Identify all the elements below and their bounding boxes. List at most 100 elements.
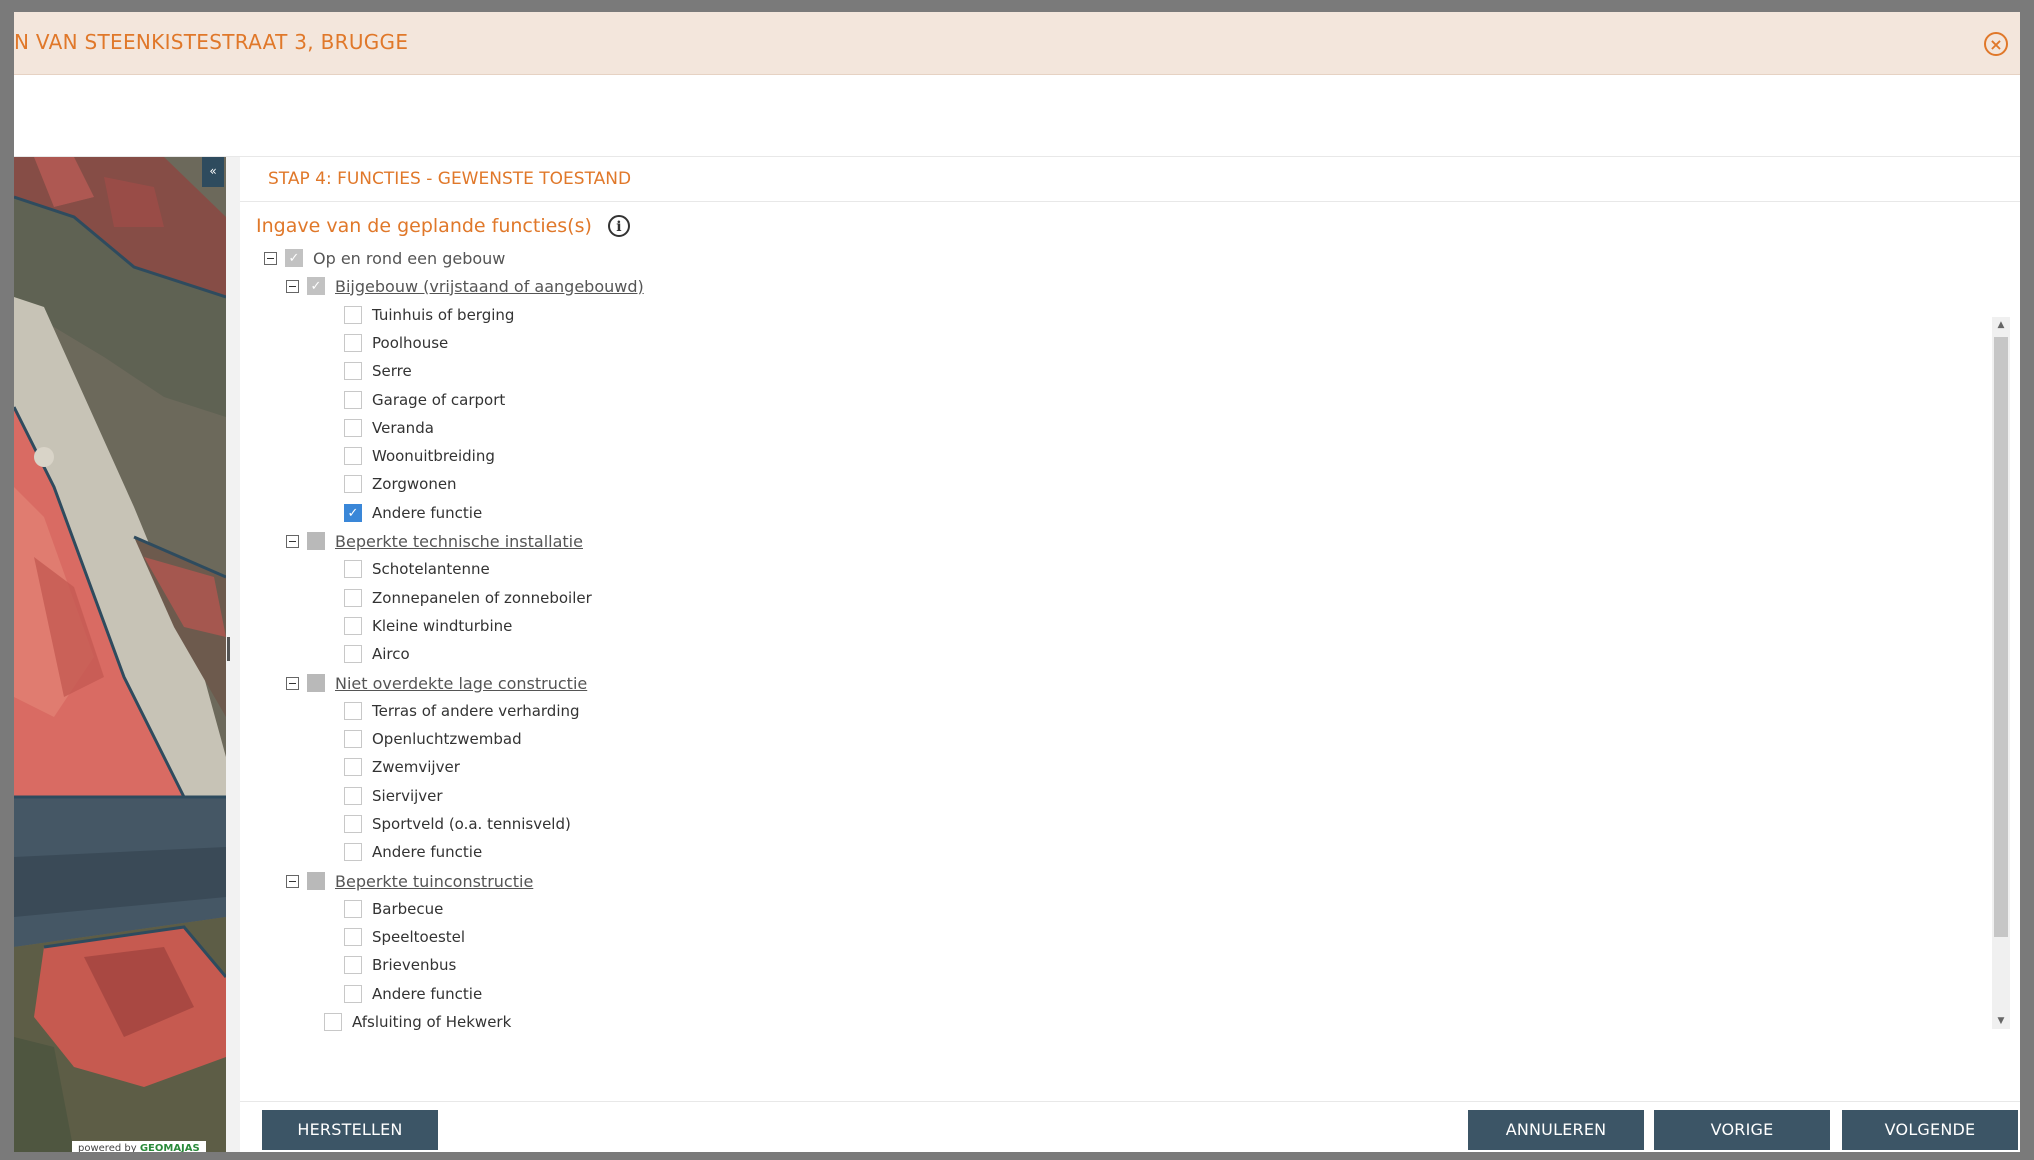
info-icon[interactable]: i <box>607 215 630 237</box>
checkmark-icon[interactable]: ✓ <box>344 504 362 522</box>
tree-item-label[interactable]: Speeltoestel <box>372 928 465 946</box>
tree-item-label[interactable]: Garage of carport <box>372 391 505 409</box>
checkbox[interactable] <box>324 1013 342 1031</box>
tree-item-label[interactable]: Bijgebouw (vrijstaand of aangebouwd) <box>335 277 644 296</box>
tree-item-label[interactable]: Schotelantenne <box>372 560 490 578</box>
checkbox[interactable] <box>344 560 362 578</box>
tree-item-label[interactable]: Afsluiting of Hekwerk <box>352 1013 511 1031</box>
vertical-scrollbar[interactable]: ▲ ▼ <box>1992 317 2010 1029</box>
checkbox[interactable] <box>344 702 362 720</box>
collapse-toggle-icon[interactable] <box>286 279 299 293</box>
checkbox[interactable] <box>344 419 362 437</box>
tree-node-item[interactable]: Zonnepanelen of zonneboiler <box>344 585 592 611</box>
tree-node-item[interactable]: Openluchtzwembad <box>344 726 522 752</box>
checkbox[interactable] <box>307 872 325 890</box>
tree-item-label[interactable]: Niet overdekte lage constructie <box>335 674 587 693</box>
checkbox[interactable] <box>344 928 362 946</box>
tree-node-item[interactable]: Andere functie <box>344 981 482 1007</box>
tree-node-item[interactable]: Siervijver <box>344 783 443 809</box>
tree-item-label[interactable]: Terras of andere verharding <box>372 702 580 720</box>
collapse-toggle-icon[interactable] <box>264 251 277 265</box>
checkbox[interactable] <box>344 645 362 663</box>
tree-item-label[interactable]: Airco <box>372 645 410 663</box>
tree-node-item[interactable]: Speeltoestel <box>344 924 465 950</box>
tree-node-item[interactable]: Schotelantenne <box>344 556 490 582</box>
tree-node-item[interactable]: Andere functie <box>344 839 482 865</box>
checkbox[interactable] <box>344 730 362 748</box>
checkbox[interactable] <box>344 391 362 409</box>
panel-splitter[interactable] <box>226 157 241 1152</box>
checkbox[interactable] <box>344 787 362 805</box>
previous-button[interactable]: VORIGE <box>1654 1110 1830 1150</box>
tree-node-group[interactable]: Beperkte tuinconstructie <box>286 868 533 894</box>
tree-node-root[interactable]: ✓ Op en rond een gebouw <box>264 245 505 271</box>
tree-node-item[interactable]: Terras of andere verharding <box>344 698 580 724</box>
close-icon[interactable]: × <box>1984 32 2008 56</box>
collapse-toggle-icon[interactable] <box>286 676 299 690</box>
scroll-thumb[interactable] <box>1994 337 2008 937</box>
next-button[interactable]: VOLGENDE <box>1842 1110 2018 1150</box>
tree-node-item[interactable]: Tuinhuis of berging <box>344 302 514 328</box>
tree-node-item[interactable]: Sportveld (o.a. tennisveld) <box>344 811 571 837</box>
checkbox[interactable] <box>344 334 362 352</box>
tree-item-label[interactable]: Op en rond een gebouw <box>313 249 505 268</box>
tree-node-group[interactable]: ✓ Bijgebouw (vrijstaand of aangebouwd) <box>286 273 644 299</box>
tree-node-item[interactable]: Poolhouse <box>344 330 448 356</box>
tree-item-label[interactable]: Barbecue <box>372 900 443 918</box>
tree-node-item[interactable]: Woonuitbreiding <box>344 443 495 469</box>
tree-item-label[interactable]: Andere functie <box>372 504 482 522</box>
tree-item-label[interactable]: Serre <box>372 362 412 380</box>
checkbox[interactable] <box>344 758 362 776</box>
tree-node-item[interactable]: Veranda <box>344 415 434 441</box>
checkbox[interactable] <box>344 475 362 493</box>
tree-node-item[interactable]: Afsluiting of Hekwerk <box>324 1009 511 1033</box>
checkmark-icon[interactable]: ✓ <box>307 277 325 295</box>
tree-node-group[interactable]: Niet overdekte lage constructie <box>286 670 587 696</box>
tree-node-group[interactable]: Beperkte technische installatie <box>286 528 583 554</box>
reset-button[interactable]: HERSTELLEN <box>262 1110 438 1150</box>
tree-item-label[interactable]: Sportveld (o.a. tennisveld) <box>372 815 571 833</box>
tree-item-label[interactable]: Zorgwonen <box>372 475 457 493</box>
checkbox[interactable] <box>344 362 362 380</box>
tree-node-item[interactable]: Brievenbus <box>344 952 456 978</box>
tree-node-item[interactable]: Kleine windturbine <box>344 613 512 639</box>
tree-item-label[interactable]: Woonuitbreiding <box>372 447 495 465</box>
tree-item-label[interactable]: Andere functie <box>372 843 482 861</box>
checkbox[interactable] <box>344 447 362 465</box>
checkbox[interactable] <box>344 956 362 974</box>
tree-node-item[interactable]: ✓ Andere functie <box>344 500 482 526</box>
tree-item-label[interactable]: Zonnepanelen of zonneboiler <box>372 589 592 607</box>
tree-item-label[interactable]: Andere functie <box>372 985 482 1003</box>
tree-item-label[interactable]: Openluchtzwembad <box>372 730 522 748</box>
tree-node-item[interactable]: Zorgwonen <box>344 471 457 497</box>
cancel-button[interactable]: ANNULEREN <box>1468 1110 1644 1150</box>
checkmark-icon[interactable]: ✓ <box>285 249 303 267</box>
tree-item-label[interactable]: Zwemvijver <box>372 758 460 776</box>
checkbox[interactable] <box>307 532 325 550</box>
checkbox[interactable] <box>344 589 362 607</box>
tree-item-label[interactable]: Beperkte tuinconstructie <box>335 872 533 891</box>
checkbox[interactable] <box>344 617 362 635</box>
collapse-toggle-icon[interactable] <box>286 874 299 888</box>
tree-item-label[interactable]: Tuinhuis of berging <box>372 306 514 324</box>
tree-node-item[interactable]: Airco <box>344 641 410 667</box>
tree-item-label[interactable]: Brievenbus <box>372 956 456 974</box>
tree-node-item[interactable]: Barbecue <box>344 896 443 922</box>
checkbox[interactable] <box>344 900 362 918</box>
tree-item-label[interactable]: Poolhouse <box>372 334 448 352</box>
tree-item-label[interactable]: Veranda <box>372 419 434 437</box>
tree-node-item[interactable]: Garage of carport <box>344 387 505 413</box>
tree-item-label[interactable]: Beperkte technische installatie <box>335 532 583 551</box>
tree-item-label[interactable]: Siervijver <box>372 787 443 805</box>
checkbox[interactable] <box>344 843 362 861</box>
checkbox[interactable] <box>344 815 362 833</box>
checkbox[interactable] <box>344 985 362 1003</box>
tree-node-item[interactable]: Zwemvijver <box>344 754 460 780</box>
collapse-panel-button[interactable]: « <box>202 157 224 187</box>
scroll-up-icon[interactable]: ▲ <box>1992 317 2010 333</box>
checkbox[interactable] <box>344 306 362 324</box>
map-panel[interactable]: « powered by GEOMAJAS <box>14 157 226 1152</box>
scroll-down-icon[interactable]: ▼ <box>1992 1013 2010 1029</box>
collapse-toggle-icon[interactable] <box>286 534 299 548</box>
splitter-grip-icon[interactable] <box>227 637 230 661</box>
